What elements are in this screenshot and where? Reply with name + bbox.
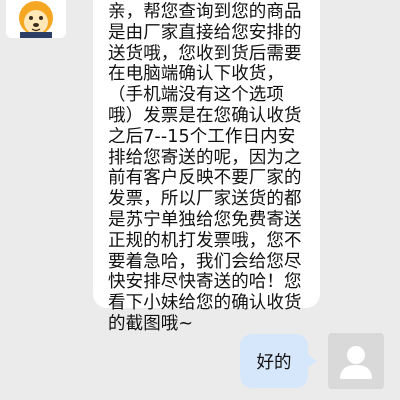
agent-message-bubble[interactable]: 亲，帮您查询到您的商品 是由厂家直接给您安排的 送货哦，您收到货后需要 在电脑端… [93, 0, 320, 334]
default-user-avatar-icon [328, 333, 384, 389]
agent-message-text: 亲，帮您查询到您的商品 是由厂家直接给您安排的 送货哦，您收到货后需要 在电脑端… [108, 2, 302, 334]
agent-avatar[interactable] [6, 0, 66, 38]
lion-mascot-avatar-icon [6, 0, 66, 38]
user-message-bubble[interactable]: 好的 [240, 334, 317, 388]
user-message-text: 好的 [256, 352, 292, 373]
user-avatar[interactable] [328, 333, 384, 389]
chat-thread: 亲，帮您查询到您的商品 是由厂家直接给您安排的 送货哦，您收到货后需要 在电脑端… [0, 0, 400, 400]
